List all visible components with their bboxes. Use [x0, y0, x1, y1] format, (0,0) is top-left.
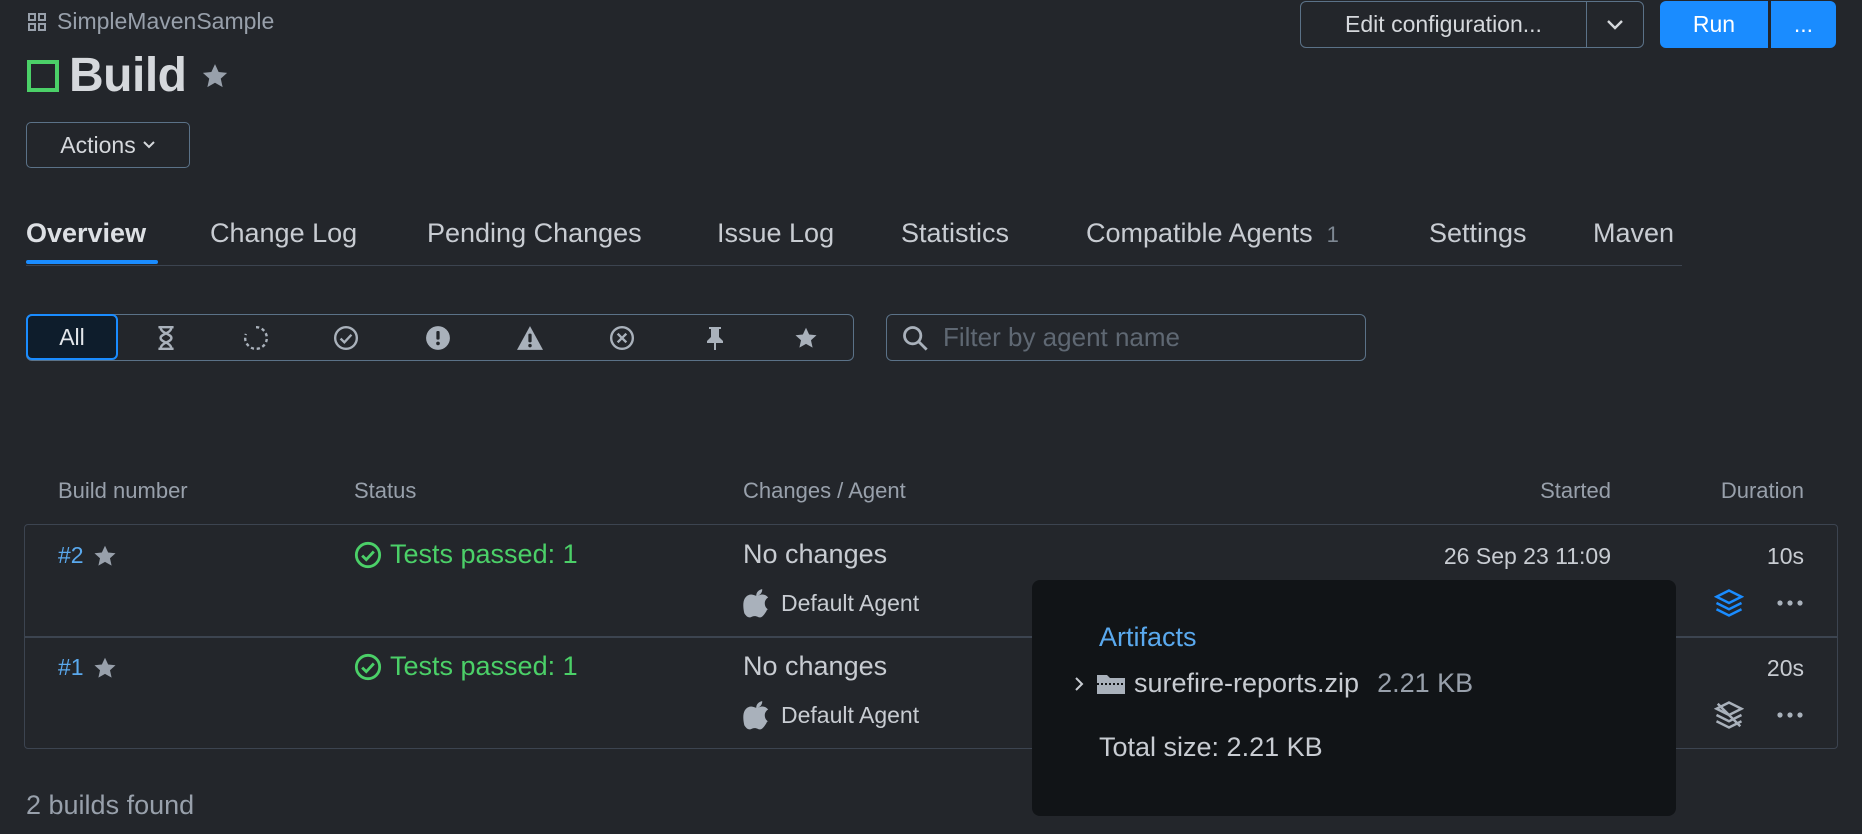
status-filter-group: All: [26, 314, 854, 361]
star-icon[interactable]: [92, 543, 118, 569]
build-status-text: Tests passed: 1: [390, 539, 578, 569]
project-name[interactable]: SimpleMavenSample: [57, 8, 274, 35]
column-header-build-number[interactable]: Build number: [58, 478, 188, 504]
build-status-text: Tests passed: 1: [390, 651, 578, 681]
build-status-square-icon: [27, 59, 59, 92]
no-artifacts-icon[interactable]: [1714, 700, 1744, 730]
tab-compatible-agents-count: 1: [1326, 222, 1339, 247]
build-started: 26 Sep 23 11:09: [1443, 543, 1611, 569]
build-number-link[interactable]: #1: [58, 654, 84, 681]
build-changes[interactable]: No changes: [743, 539, 887, 570]
builds-found-count: 2 builds found: [26, 790, 195, 820]
error-icon[interactable]: [425, 325, 451, 351]
table-row-build-number[interactable]: #2: [58, 542, 118, 569]
pin-icon[interactable]: [703, 325, 727, 351]
build-agent[interactable]: Default Agent: [743, 588, 919, 618]
apple-icon: [743, 588, 771, 618]
apple-icon: [743, 700, 771, 730]
edit-configuration-button[interactable]: Edit configuration...: [1301, 2, 1587, 47]
edit-configuration-group: Edit configuration...: [1300, 1, 1644, 48]
actions-button[interactable]: Actions: [26, 122, 190, 168]
agent-name: Default Agent: [781, 589, 920, 616]
tab-compatible-agents[interactable]: Compatible Agents 1: [1086, 218, 1339, 249]
tab-maven[interactable]: Maven: [1593, 218, 1674, 249]
warning-icon[interactable]: [515, 325, 545, 351]
chevron-down-icon: [1606, 19, 1624, 31]
artifacts-title[interactable]: Artifacts: [1099, 622, 1197, 653]
active-tab-indicator: [26, 260, 158, 264]
artifact-filename[interactable]: surefire-reports.zip: [1134, 668, 1359, 699]
build-duration: 20s: [1766, 655, 1804, 681]
build-status[interactable]: Tests passed: 1: [354, 539, 578, 570]
success-icon[interactable]: [333, 325, 359, 351]
tab-settings[interactable]: Settings: [1429, 218, 1527, 249]
filter-all-label: All: [59, 323, 85, 350]
edit-configuration-dropdown[interactable]: [1587, 2, 1643, 47]
agent-name: Default Agent: [781, 701, 920, 728]
star-icon[interactable]: [92, 655, 118, 681]
tab-bar: Overview Change Log Pending Changes Issu…: [26, 213, 1682, 266]
column-header-status[interactable]: Status: [354, 478, 416, 504]
run-options-button[interactable]: ...: [1771, 1, 1836, 48]
failed-icon[interactable]: [609, 325, 635, 351]
success-check-icon: [354, 653, 382, 681]
tab-overview[interactable]: Overview: [26, 218, 146, 249]
chevron-down-icon: [142, 140, 156, 150]
build-number-link[interactable]: #2: [58, 542, 84, 569]
build-duration: 10s: [1766, 543, 1804, 569]
tab-pending-changes[interactable]: Pending Changes: [427, 218, 642, 249]
running-icon[interactable]: [243, 325, 269, 351]
run-button[interactable]: Run: [1660, 1, 1768, 48]
run-options-label: ...: [1793, 11, 1814, 37]
artifacts-popup: Artifacts surefire-reports.zip 2.21 KB T…: [1032, 580, 1676, 816]
project-breadcrumb[interactable]: SimpleMavenSample: [27, 8, 274, 35]
table-row-build-number[interactable]: #1: [58, 654, 118, 681]
run-label: Run: [1692, 11, 1736, 37]
artifact-item[interactable]: surefire-reports.zip 2.21 KB: [1072, 668, 1473, 699]
more-options-icon[interactable]: [1776, 706, 1804, 724]
tab-issue-log[interactable]: Issue Log: [717, 218, 834, 249]
artifacts-total-size: Total size: 2.21 KB: [1099, 732, 1323, 762]
more-options-icon[interactable]: [1776, 594, 1804, 612]
star-icon[interactable]: [793, 325, 819, 351]
build-agent[interactable]: Default Agent: [743, 700, 919, 730]
tab-compatible-agents-label: Compatible Agents: [1086, 218, 1313, 248]
tab-statistics[interactable]: Statistics: [901, 218, 1009, 249]
hourglass-icon[interactable]: [153, 325, 179, 351]
column-header-started[interactable]: Started: [1540, 478, 1611, 504]
page-title-row: Build: [27, 48, 230, 103]
agent-search-box[interactable]: [886, 314, 1366, 361]
build-status[interactable]: Tests passed: 1: [354, 651, 578, 682]
column-header-duration[interactable]: Duration: [1721, 478, 1804, 504]
artifact-size: 2.21 KB: [1377, 668, 1474, 698]
artifacts-icon[interactable]: [1714, 588, 1744, 618]
edit-configuration-label: Edit configuration...: [1345, 11, 1542, 37]
favorite-star-icon[interactable]: [200, 61, 230, 91]
column-header-changes-agent: Changes / Agent: [743, 478, 906, 503]
chevron-right-icon[interactable]: [1072, 675, 1086, 693]
page-title: Build: [69, 49, 187, 102]
agent-search-input[interactable]: [941, 321, 1345, 354]
build-changes[interactable]: No changes: [743, 651, 887, 682]
search-icon: [901, 324, 929, 352]
project-grid-icon: [27, 12, 47, 32]
success-check-icon: [354, 541, 382, 569]
actions-label: Actions: [60, 131, 136, 158]
zip-file-icon: [1096, 672, 1126, 696]
filter-all-button[interactable]: All: [26, 314, 118, 360]
tab-change-log[interactable]: Change Log: [210, 218, 357, 249]
